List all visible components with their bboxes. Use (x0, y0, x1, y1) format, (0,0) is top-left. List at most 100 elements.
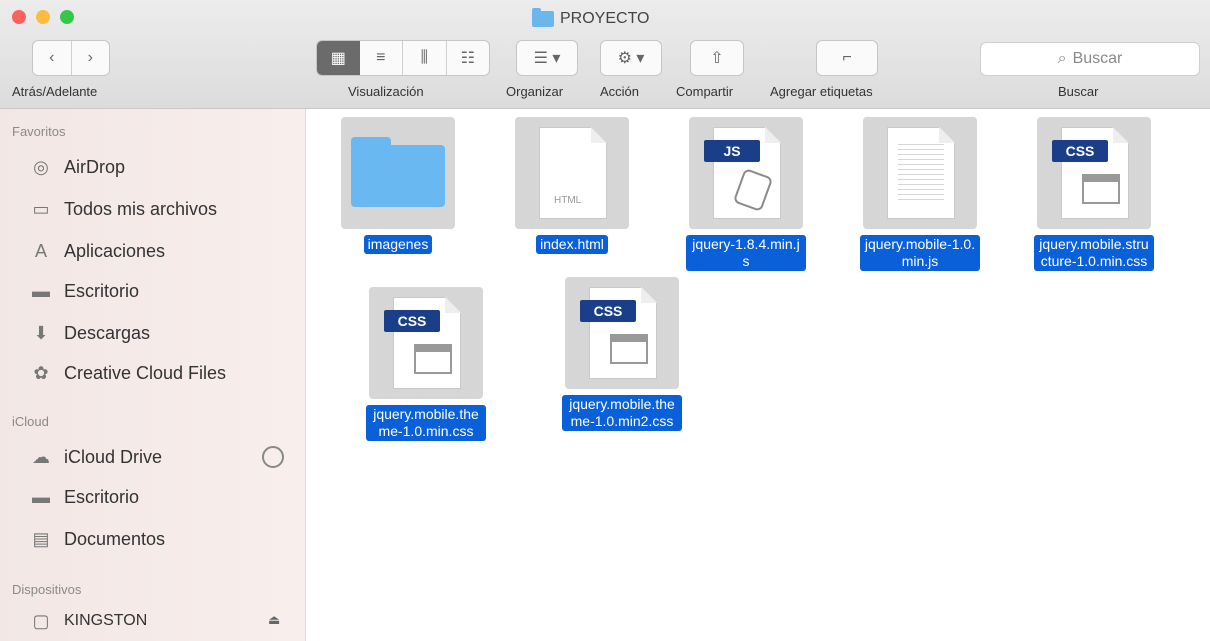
nav-label: Atrás/Adelante (12, 84, 98, 99)
sync-progress-icon (262, 446, 284, 468)
sidebar-item-kingston[interactable]: ▢ KINGSTON (28, 606, 147, 636)
applications-icon: A (34, 240, 47, 261)
file-thumbnail: CSS (1037, 117, 1151, 229)
search-field[interactable]: ⌕ Buscar (980, 42, 1200, 76)
sidebar-item-label: Documentos (64, 528, 166, 549)
column-view-button[interactable]: ⫼ (403, 41, 447, 75)
zoom-window-button[interactable] (60, 10, 74, 24)
script-icon (732, 167, 774, 213)
sidebar-item-downloads[interactable]: ⬇ Descargas (28, 318, 150, 348)
columns-icon: ⫼ (420, 49, 428, 66)
documents-icon: ▤ (32, 528, 50, 549)
file-name: jquery-1.8.4.min.js (686, 235, 806, 271)
tags-button[interactable]: ⌐ (816, 40, 878, 76)
table-grid-icon (1082, 174, 1120, 204)
window-title-text: PROYECTO (560, 10, 650, 27)
file-thumbnail (863, 117, 977, 229)
action-button[interactable]: ⚙ ▾ (600, 40, 662, 76)
cover-flow-button[interactable]: ☷ (447, 41, 490, 75)
css-badge: CSS (1052, 140, 1108, 162)
sidebar-item-documents[interactable]: ▤ Documentos (28, 524, 165, 554)
css-file-icon: CSS (1052, 127, 1129, 219)
desktop-icon: ▬ (32, 280, 50, 301)
sidebar-item-label: KINGSTON (64, 612, 148, 629)
close-window-button[interactable] (12, 10, 26, 24)
desktop-icon: ▬ (32, 486, 50, 507)
sidebar-item-label: Escritorio (64, 486, 140, 507)
creative-cloud-icon: ✿ (33, 362, 49, 383)
toolbar: PROYECTO ‹ › Atrás/Adelante ▦ ≡ ⫼ ☷ Visu… (0, 0, 1210, 109)
table-grid-icon (610, 334, 648, 364)
file-item-css-structure[interactable]: CSS jquery.mobile.structure-1.0.min.css (1034, 117, 1154, 271)
sidebar-item-label: iCloud Drive (64, 446, 163, 467)
list-view-button[interactable]: ≡ (360, 41, 403, 75)
view-segmented-control: ▦ ≡ ⫼ ☷ (316, 40, 490, 76)
text-lines (898, 140, 944, 200)
window-title: PROYECTO (532, 8, 650, 30)
document-icon (887, 127, 955, 219)
tag-icon: ⌐ (842, 49, 852, 66)
minimize-window-button[interactable] (36, 10, 50, 24)
share-icon: ⇧ (710, 50, 724, 67)
sidebar-item-creative-cloud[interactable]: ✿ Creative Cloud Files (28, 358, 226, 388)
chevron-right-icon: › (87, 49, 93, 66)
file-name: jquery.mobile.structure-1.0.min.css (1034, 235, 1154, 271)
file-item-js[interactable]: JS jquery-1.8.4.min.js (686, 117, 806, 271)
sidebar-item-label: AirDrop (64, 156, 126, 177)
organize-button[interactable]: ☰ ▾ (516, 40, 578, 76)
file-item-css-theme2[interactable]: CSS jquery.mobile.theme-1.0.min2.css (562, 277, 682, 431)
file-item-folder[interactable]: imagenes (338, 117, 458, 254)
tags-label: Agregar etiquetas (770, 84, 873, 99)
sidebar-item-label: Todos mis archivos (64, 198, 218, 219)
back-button[interactable]: ‹ (33, 41, 72, 75)
sidebar-item-icloud-drive[interactable]: ☁ iCloud Drive (28, 442, 162, 472)
sidebar-item-all-files[interactable]: ▭ Todos mis archivos (28, 194, 217, 224)
file-thumbnail: JS (689, 117, 803, 229)
file-thumbnail: CSS (369, 287, 483, 399)
sidebar-item-label: Escritorio (64, 280, 140, 301)
view-label: Visualización (348, 84, 424, 99)
thumbnail-label: HTML (554, 195, 582, 206)
finder-window: PROYECTO ‹ › Atrás/Adelante ▦ ≡ ⫼ ☷ Visu… (0, 0, 1210, 641)
sidebar-section-icloud: iCloud (12, 414, 49, 429)
gear-icon: ⚙ ▾ (617, 50, 645, 67)
file-name: jquery.mobile.theme-1.0.min.css (366, 405, 486, 441)
css-file-icon: CSS (384, 297, 461, 389)
grid-icon: ▦ (330, 50, 346, 67)
sidebar-item-icloud-desktop[interactable]: ▬ Escritorio (28, 482, 139, 512)
sidebar-section-favorites: Favoritos (12, 124, 66, 139)
all-files-icon: ▭ (32, 198, 50, 219)
share-label: Compartir (676, 84, 734, 99)
icon-view-button[interactable]: ▦ (317, 41, 360, 75)
chevron-left-icon: ‹ (49, 49, 55, 66)
forward-button[interactable]: › (72, 41, 110, 75)
table-grid-icon (414, 344, 452, 374)
css-file-icon: CSS (580, 287, 657, 379)
folder-icon (532, 8, 554, 27)
sidebar-item-applications[interactable]: A Aplicaciones (28, 236, 165, 266)
sidebar-section-devices: Dispositivos (12, 582, 82, 597)
action-label: Acción (600, 84, 640, 99)
folder-icon (351, 137, 445, 207)
drive-icon: ▢ (32, 610, 50, 631)
file-name: jquery.mobile.theme-1.0.min2.css (562, 395, 682, 431)
cover-flow-icon: ☷ (460, 50, 475, 67)
list-icon: ≡ (376, 49, 386, 66)
arrange-icon: ☰ ▾ (533, 50, 561, 67)
share-button[interactable]: ⇧ (690, 40, 744, 76)
sidebar-item-airdrop[interactable]: ◎ AirDrop (28, 152, 125, 182)
file-browser: imagenes HTML index.html JS jquery-1.8.4… (306, 109, 1210, 641)
file-name: index.html (536, 235, 608, 254)
file-thumbnail (341, 117, 455, 229)
eject-icon[interactable]: ⏏ (268, 612, 280, 628)
file-item-css-theme[interactable]: CSS jquery.mobile.theme-1.0.min.css (366, 287, 486, 441)
sidebar-item-label: Descargas (64, 322, 151, 343)
file-item-js-mobile[interactable]: jquery.mobile-1.0.min.js (860, 117, 980, 271)
file-item-html[interactable]: HTML index.html (512, 117, 632, 254)
sidebar-item-desktop[interactable]: ▬ Escritorio (28, 276, 139, 306)
organize-label: Organizar (506, 84, 564, 99)
js-file-icon: JS (704, 127, 781, 219)
icloud-icon: ☁ (32, 446, 50, 467)
downloads-icon: ⬇ (33, 322, 49, 343)
file-thumbnail: CSS (565, 277, 679, 389)
